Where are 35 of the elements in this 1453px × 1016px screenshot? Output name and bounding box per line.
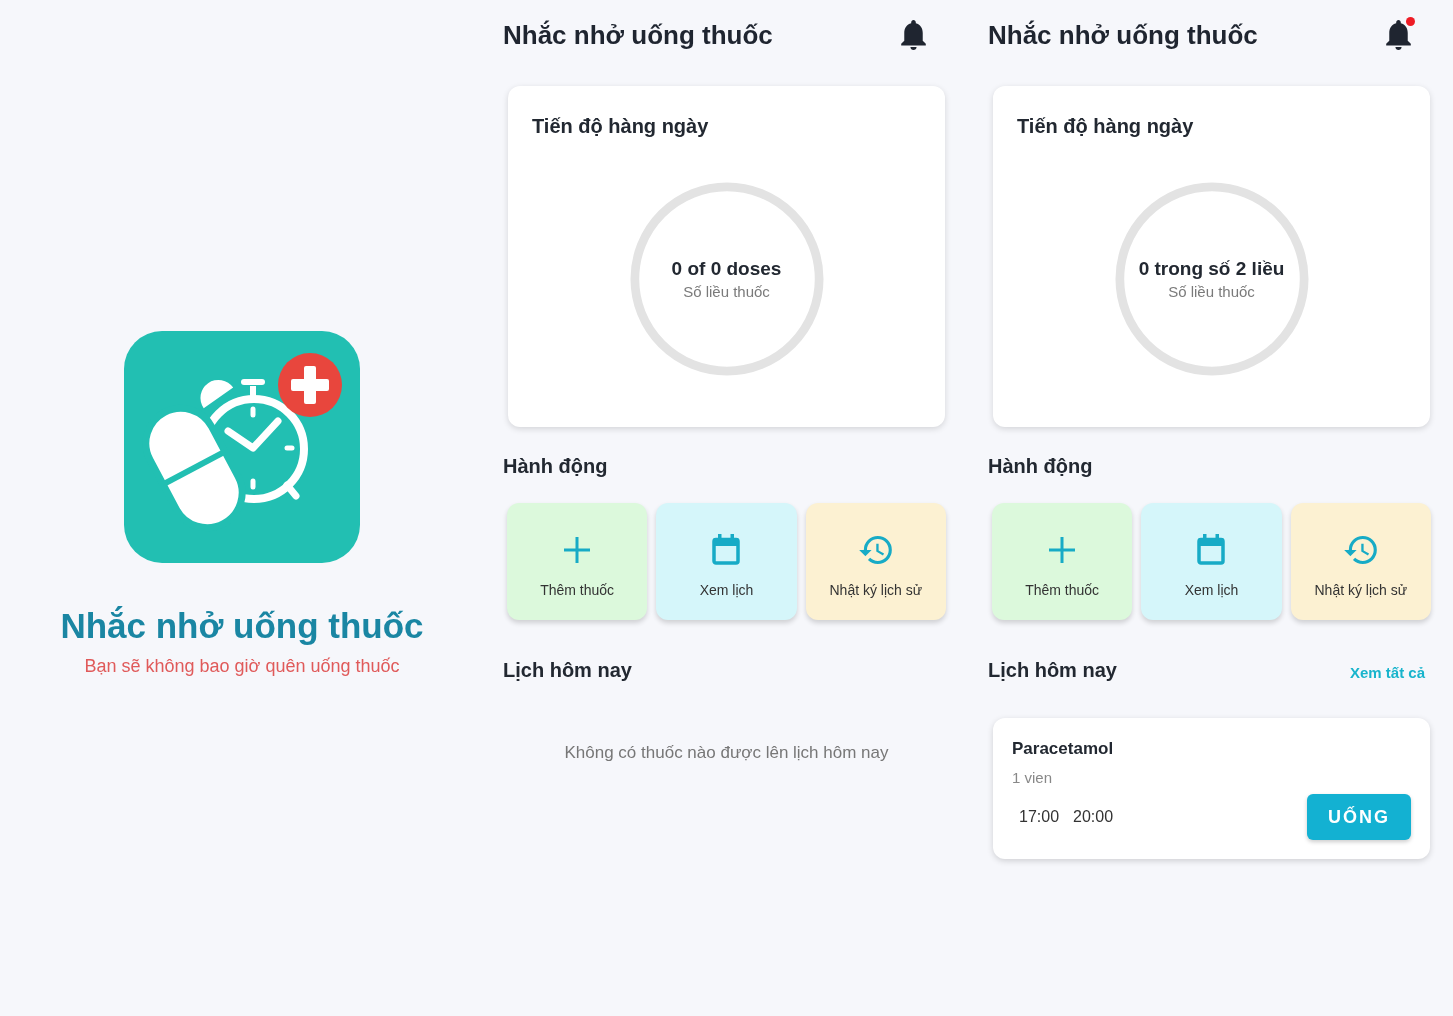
section-title: Lịch hôm nay (503, 658, 632, 682)
plus-icon (564, 536, 591, 563)
dose-caption: Số liều thuốc (1168, 282, 1255, 301)
history-icon (859, 535, 893, 564)
action-button[interactable]: Xem lịch (656, 503, 797, 620)
dose-caption: Số liều thuốc (683, 282, 770, 301)
notifications-button[interactable] (901, 20, 926, 50)
history-icon (1344, 535, 1378, 564)
dose-time: 20:00 (1073, 807, 1114, 827)
action-button[interactable]: Xem lịch (1141, 503, 1282, 620)
bell-icon (1386, 20, 1411, 50)
plus-icon (1049, 536, 1076, 563)
action-button[interactable]: Thêm thuốc (992, 503, 1133, 620)
action-button[interactable]: Thêm thuốc (507, 503, 648, 620)
app-title: Nhắc nhở uống thuốc (988, 19, 1258, 51)
bell-icon (901, 20, 926, 50)
section-title: Hành động (503, 454, 608, 478)
card-title: Tiến độ hàng ngày (1017, 114, 1194, 138)
calendar-icon (712, 534, 741, 565)
section-title: Hành động (988, 454, 1093, 478)
dose-time: 17:00 (1019, 807, 1060, 827)
action-button[interactable]: Nhật ký lịch sử (1290, 503, 1431, 620)
action-button[interactable]: Nhật ký lịch sử (805, 503, 946, 620)
card-title: Tiến độ hàng ngày (532, 114, 709, 138)
app-title: Nhắc nhở uống thuốc (503, 19, 773, 51)
splash-subtitle: Bạn sẽ không bao giờ quên uống thuốc (84, 655, 400, 677)
splash-title: Nhắc nhở uống thuốc (60, 605, 424, 647)
section-title: Lịch hôm nay (988, 658, 1117, 682)
medication-name: Paracetamol (1012, 738, 1114, 760)
dose-count: 0 trong số 2 liều (1138, 257, 1285, 280)
empty-schedule-message: Không có thuốc nào được lên lịch hôm nay (564, 742, 889, 764)
medication-dose: 1 vien (1012, 768, 1053, 788)
pill-alarm-clock-icon (124, 331, 360, 563)
dose-count: 0 of 0 doses (671, 257, 782, 280)
calendar-icon (1197, 534, 1226, 565)
